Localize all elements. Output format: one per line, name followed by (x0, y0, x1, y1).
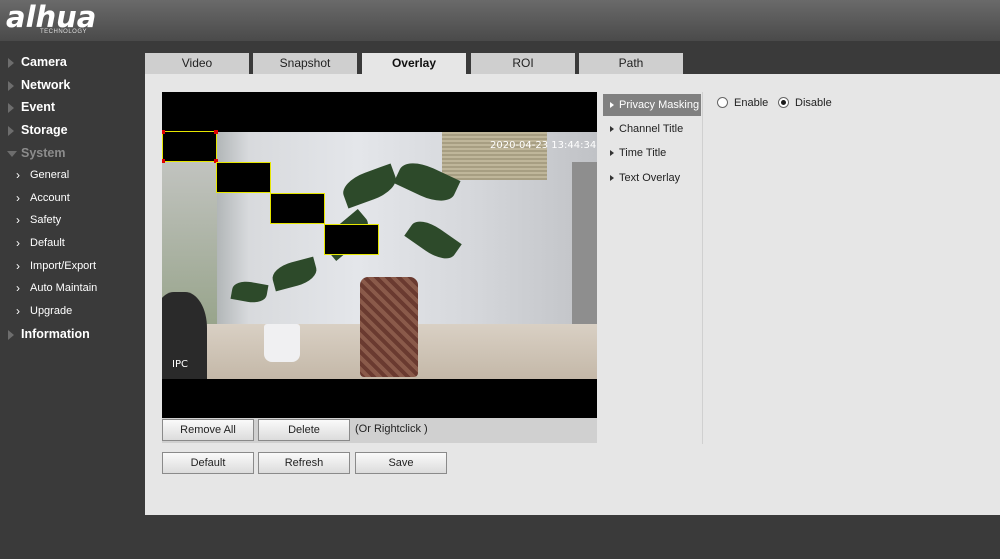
sidebar-item-label: Camera (21, 55, 67, 69)
tab-snapshot[interactable]: Snapshot (253, 53, 357, 74)
menu-channel-title[interactable]: Channel Title (603, 118, 701, 140)
chevron-right-icon: › (16, 259, 20, 273)
sidebar-item-information[interactable]: Information (0, 324, 145, 346)
rightclick-hint: (Or Rightclick ) (355, 423, 428, 435)
sidebar-subitem-label: Default (30, 237, 65, 249)
menu-text-overlay[interactable]: Text Overlay (603, 167, 701, 189)
default-button[interactable]: Default (162, 452, 254, 474)
tab-path[interactable]: Path (579, 53, 683, 74)
video-preview[interactable]: 2020-04-23 13:44:34 IPC (162, 92, 597, 418)
chevron-right-icon: › (16, 281, 20, 295)
collapsed-arrow-icon (8, 126, 14, 136)
chevron-right-icon: › (16, 304, 20, 318)
sidebar-subitem-label: Safety (30, 214, 62, 226)
sidebar-item-label: Storage (21, 123, 68, 137)
menu-item-label: Channel Title (619, 123, 684, 135)
sidebar-item-system[interactable]: System (0, 143, 145, 165)
resize-handle[interactable] (162, 130, 165, 134)
osd-channel-title: IPC (172, 359, 188, 370)
privacy-mask-region-2[interactable] (216, 162, 271, 193)
chevron-right-icon: › (16, 168, 20, 182)
sidebar-item-label: Information (21, 327, 90, 341)
sidebar-item-event[interactable]: Event (0, 97, 145, 119)
save-button[interactable]: Save (355, 452, 447, 474)
sidebar-item-label: System (21, 146, 66, 160)
sidebar-item-network[interactable]: Network (0, 75, 145, 97)
sidebar-subitem-label: Upgrade (30, 305, 73, 317)
delete-button[interactable]: Delete (258, 419, 350, 441)
menu-item-label: Privacy Masking (619, 99, 700, 111)
sidebar-subitem-label: Account (30, 192, 70, 204)
expanded-arrow-icon (7, 151, 17, 157)
osd-timestamp: 2020-04-23 13:44:34 (490, 140, 597, 151)
sidebar-item-camera[interactable]: Camera (0, 52, 145, 74)
privacy-mask-region-1[interactable] (162, 130, 218, 163)
privacy-mask-region-4[interactable] (324, 224, 379, 255)
brand-logo: alhua TECHNOLOGY (6, 0, 136, 40)
arrow-right-icon (610, 150, 614, 156)
disable-label: Disable (795, 97, 832, 109)
arrow-right-icon (610, 102, 614, 108)
overlay-submenu: Privacy Masking Channel Title Time Title… (603, 92, 703, 444)
header-bar: alhua TECHNOLOGY (0, 0, 1000, 41)
sidebar-subitem-general[interactable]: › General (0, 166, 145, 186)
scene-leaf (404, 214, 462, 266)
menu-item-label: Text Overlay (619, 172, 681, 184)
arrow-right-icon (610, 175, 614, 181)
menu-item-label: Time Title (619, 147, 667, 159)
remove-all-button[interactable]: Remove All (162, 419, 254, 441)
tab-overlay[interactable]: Overlay (362, 53, 466, 75)
scene-plant-pot (360, 277, 418, 377)
scene-cabinet (572, 162, 597, 332)
enable-label: Enable (734, 97, 769, 109)
scene-leaf (269, 256, 320, 292)
scene-small-pot (264, 324, 300, 362)
scene-leaf (230, 279, 269, 305)
menu-privacy-masking[interactable]: Privacy Masking (603, 94, 701, 116)
footer-band (145, 515, 1000, 559)
sidebar-subitem-auto-maintain[interactable]: › Auto Maintain (0, 279, 145, 299)
arrow-right-icon (610, 126, 614, 132)
chevron-right-icon: › (16, 191, 20, 205)
sidebar-subitem-label: Auto Maintain (30, 282, 98, 294)
collapsed-arrow-icon (8, 103, 14, 113)
sidebar-subitem-safety[interactable]: › Safety (0, 211, 145, 231)
sidebar-subitem-label: Import/Export (30, 260, 97, 272)
privacy-mask-region-3[interactable] (270, 193, 325, 224)
tab-video[interactable]: Video (145, 53, 249, 74)
sidebar-item-label: Network (21, 78, 71, 92)
enable-radio[interactable] (717, 97, 728, 108)
sidebar-subitem-default[interactable]: › Default (0, 234, 145, 254)
scene-leaf (338, 163, 401, 209)
collapsed-arrow-icon (8, 58, 14, 68)
sidebar-item-storage[interactable]: Storage (0, 120, 145, 142)
resize-handle[interactable] (214, 130, 218, 134)
sidebar-subitem-account[interactable]: › Account (0, 189, 145, 209)
tab-roi[interactable]: ROI (471, 53, 575, 74)
sidebar: Camera Network Event Storage System › Ge… (0, 41, 145, 559)
sidebar-subitem-import-export[interactable]: › Import/Export (0, 257, 145, 277)
menu-time-title[interactable]: Time Title (603, 142, 701, 164)
sidebar-item-label: Event (21, 100, 56, 114)
refresh-button[interactable]: Refresh (258, 452, 350, 474)
collapsed-arrow-icon (8, 81, 14, 91)
brand-tagline: TECHNOLOGY (40, 29, 88, 35)
sidebar-subitem-label: General (30, 169, 70, 181)
chevron-right-icon: › (16, 236, 20, 250)
chevron-right-icon: › (16, 213, 20, 227)
resize-handle[interactable] (162, 159, 165, 163)
collapsed-arrow-icon (8, 330, 14, 340)
disable-radio[interactable] (778, 97, 789, 108)
sidebar-subitem-upgrade[interactable]: › Upgrade (0, 302, 145, 322)
